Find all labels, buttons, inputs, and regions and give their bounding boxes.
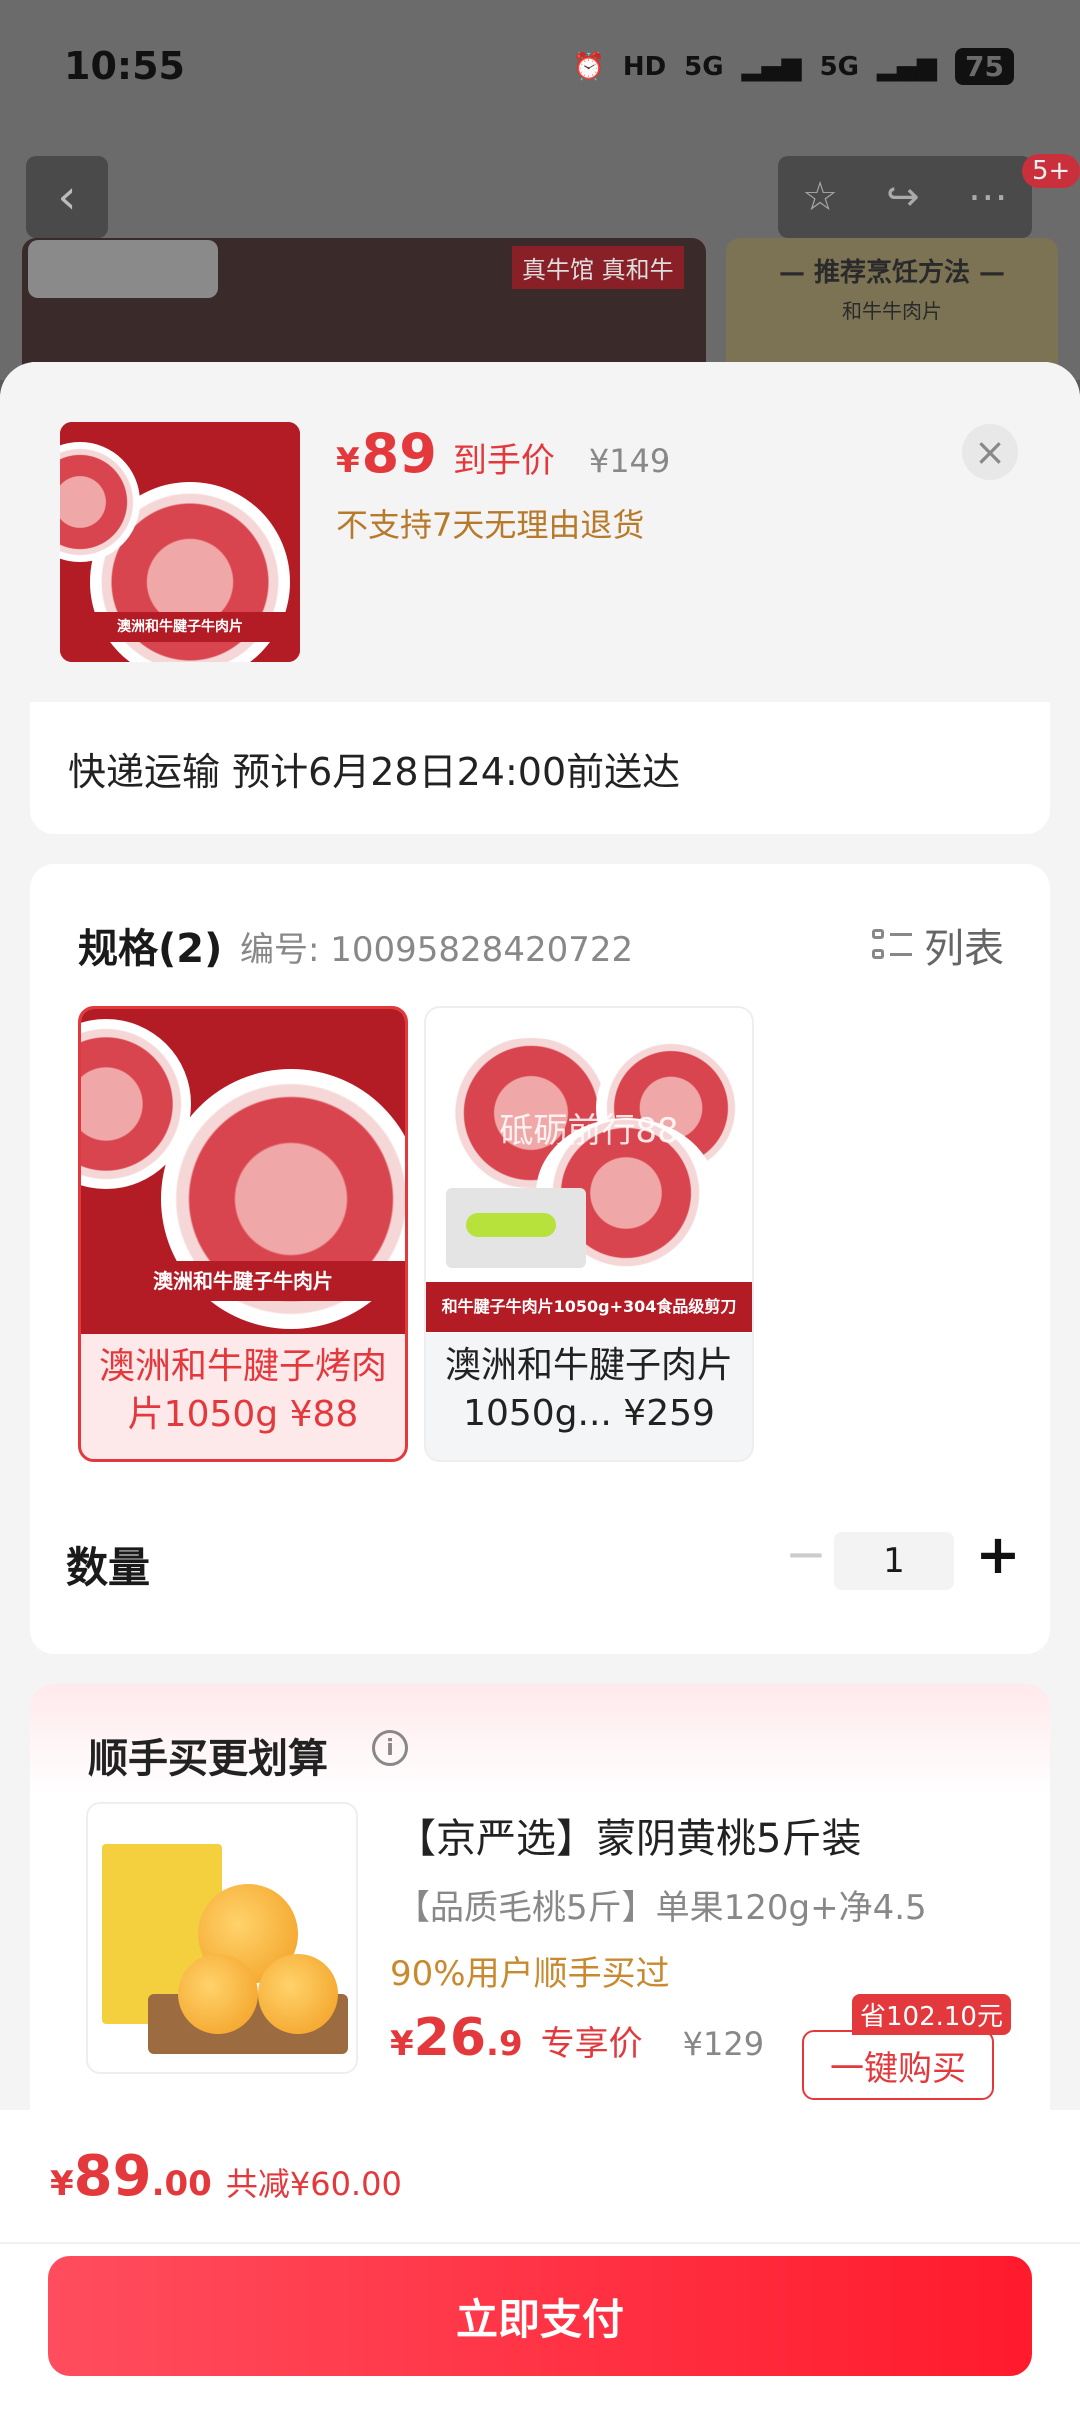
price-value: 89: [361, 422, 437, 485]
total-price: ¥ 89 .00 共减¥60.00: [50, 2144, 402, 2209]
variant-image-1: 澳洲和牛腱子牛肉片: [81, 1009, 405, 1334]
recipe-card-title: — 推荐烹饪方法 —: [778, 258, 1006, 288]
product-thumbnail: 澳洲和牛腱子牛肉片: [60, 422, 300, 662]
upsell-product-desc: 【品质毛桃5斤】单果120g+净4.5: [396, 1888, 927, 1928]
quantity-decrease-button[interactable]: −: [778, 1524, 834, 1584]
quantity-increase-button[interactable]: +: [970, 1523, 1026, 1586]
banner-tag: 真牛馆 真和牛: [512, 246, 684, 289]
price-symbol: ¥: [336, 441, 360, 481]
spec-title: 规格(2): [78, 926, 223, 972]
return-policy-note: 不支持7天无理由退货: [336, 506, 645, 544]
more-icon[interactable]: ⋯: [968, 174, 1008, 220]
sheet-header: 澳洲和牛腱子牛肉片 ¥ 89 到手价 ¥149 不支持7天无理由退货 ×: [0, 362, 1080, 702]
status-icons: ⏰ HD 5G ▂▄▆ 5G ▂▄▆ 75: [572, 48, 1014, 85]
delivery-info: 快递运输 预计6月28日24:00前送达: [30, 702, 1050, 834]
upsell-price-tag: 专享价: [540, 2024, 643, 2064]
list-view-toggle[interactable]: 列表: [872, 916, 1004, 974]
variant-watermark-2: 砥砺前行88: [499, 1111, 679, 1151]
message-badge: 5+: [1022, 154, 1080, 188]
save-badge: 省102.10元: [852, 1994, 1011, 2035]
nav-actions: ☆ ↪ ⋯: [778, 156, 1032, 238]
upsell-product-name[interactable]: 【京严选】蒙阴黄桃5斤装: [396, 1806, 861, 1864]
original-price: ¥149: [588, 442, 671, 480]
brand-logo: [28, 240, 218, 298]
variant-label-2: 澳洲和牛腱子肉片1050g... ¥259: [444, 1345, 733, 1434]
hd-icon: HD: [622, 51, 667, 82]
upsell-price: ¥ 26 .9 专享价 ¥129: [390, 2008, 764, 2068]
back-button[interactable]: ‹: [26, 156, 108, 238]
signal-bars-icon: ▂▄▆: [741, 51, 802, 82]
upsell-title: 顺手买更划算: [88, 1736, 328, 1782]
variant-option-2[interactable]: 砥砺前行88 和牛腱子牛肉片1050g+304食品级剪刀 澳洲和牛腱子肉片105…: [424, 1006, 754, 1462]
upsell-price-dec: .9: [486, 2024, 523, 2064]
list-icon: [872, 925, 912, 965]
star-icon[interactable]: ☆: [802, 174, 838, 220]
recipe-card-subtitle: 和牛牛肉片: [842, 299, 942, 323]
upsell-price-symbol: ¥: [390, 2024, 414, 2064]
purchase-sheet: 澳洲和牛腱子牛肉片 ¥ 89 到手价 ¥149 不支持7天无理由退货 × 快递运…: [0, 362, 1080, 2412]
variant-option-1[interactable]: 澳洲和牛腱子牛肉片 澳洲和牛腱子烤肉片1050g ¥88: [78, 1006, 408, 1462]
upsell-price-int: 26: [413, 2008, 487, 2068]
signal-5g-icon: 5G: [684, 51, 724, 82]
variant-image-2: 砥砺前行88 和牛腱子牛肉片1050g+304食品级剪刀: [426, 1008, 752, 1333]
divider: [0, 2242, 1080, 2244]
status-bar: 10:55 ⏰ HD 5G ▂▄▆ 5G ▂▄▆ 75: [0, 0, 1080, 140]
total-symbol: ¥: [50, 2164, 74, 2204]
total-discount: 共减¥60.00: [225, 2165, 402, 2203]
close-button[interactable]: ×: [962, 424, 1018, 480]
variant-caption-1: 澳洲和牛腱子牛肉片: [81, 1261, 405, 1301]
variant-label-1: 澳洲和牛腱子烤肉片1050g ¥88: [98, 1346, 387, 1435]
thumbnail-caption: 澳洲和牛腱子牛肉片: [60, 612, 300, 642]
one-click-buy-button[interactable]: 一键购买: [802, 2030, 994, 2100]
quantity-label: 数量: [66, 1543, 151, 1592]
pay-now-button[interactable]: 立即支付: [48, 2256, 1032, 2376]
status-time: 10:55: [64, 44, 185, 88]
battery-icon: 75: [955, 48, 1014, 85]
info-icon[interactable]: i: [372, 1730, 408, 1766]
list-label: 列表: [924, 926, 1004, 972]
variant-caption-2: 和牛腱子牛肉片1050g+304食品级剪刀: [426, 1282, 752, 1332]
price-line: ¥ 89 到手价 ¥149: [336, 422, 670, 485]
upsell-product-image[interactable]: [86, 1802, 358, 2074]
quantity-value[interactable]: 1: [834, 1532, 954, 1590]
upsell-social-proof: 90%用户顺手买过: [390, 1954, 670, 1994]
total-dec: .00: [151, 2164, 212, 2204]
signal-5g-icon-2: 5G: [819, 51, 860, 82]
alarm-icon: ⏰: [572, 51, 605, 82]
share-icon[interactable]: ↪: [886, 174, 920, 220]
product-code: 编号: 10095828420722: [240, 930, 634, 970]
upsell-original-price: ¥129: [682, 2025, 765, 2063]
price-tag: 到手价: [452, 441, 555, 481]
bottom-bar: ¥ 89 .00 共减¥60.00 立即支付: [0, 2110, 1080, 2412]
total-int: 89: [73, 2144, 152, 2209]
spec-card: 规格(2) 编号: 10095828420722 列表 澳洲和牛腱子牛肉片 澳洲…: [30, 864, 1050, 1654]
signal-bars-icon-2: ▂▄▆: [877, 51, 938, 82]
